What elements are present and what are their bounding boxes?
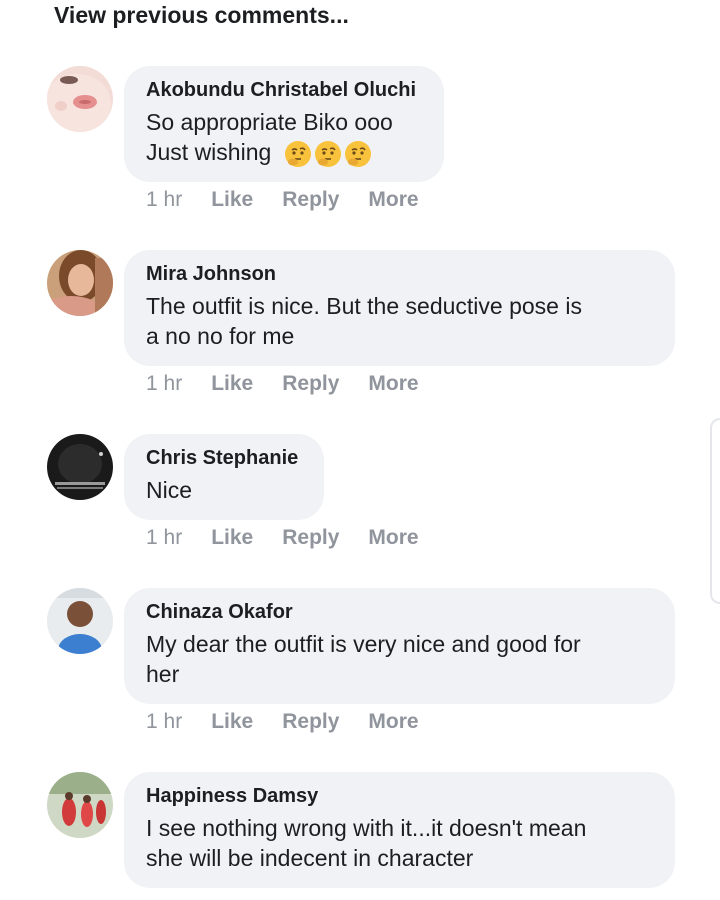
comment-text-line: her <box>146 661 180 687</box>
avatar[interactable] <box>47 250 113 316</box>
comment-bubble: Happiness Damsy I see nothing wrong with… <box>124 772 675 888</box>
comment-timestamp[interactable]: 1 hr <box>146 710 182 734</box>
thinking-face-icon <box>284 140 311 167</box>
comment-text: Nice <box>146 475 302 505</box>
emoji-group <box>284 140 372 168</box>
reply-button[interactable]: Reply <box>282 526 339 550</box>
comment-text-line: My dear the outfit is very nice and good… <box>146 631 581 657</box>
like-button[interactable]: Like <box>211 188 253 212</box>
comment-text-line-wrap: Just wishing <box>146 137 422 168</box>
comment-actions: 1 hr Like Reply More <box>146 372 448 396</box>
comment-author[interactable]: Akobundu Christabel Oluchi <box>146 77 422 103</box>
thinking-face-icon <box>314 140 341 167</box>
comment-text-line: a no no for me <box>146 323 295 349</box>
comment-author[interactable]: Mira Johnson <box>146 261 653 287</box>
comment-bubble: Akobundu Christabel Oluchi So appropriat… <box>124 66 444 182</box>
comment-bubble: Chinaza Okafor My dear the outfit is ver… <box>124 588 675 704</box>
comment-actions: 1 hr Like Reply More <box>146 710 448 734</box>
comment-author[interactable]: Happiness Damsy <box>146 783 653 809</box>
like-button[interactable]: Like <box>211 526 253 550</box>
avatar[interactable] <box>47 772 113 838</box>
comment-text-line: The outfit is nice. But the seductive po… <box>146 293 582 319</box>
view-previous-comments-link[interactable]: View previous comments... <box>54 2 349 29</box>
comment-text: The outfit is nice. But the seductive po… <box>146 291 653 351</box>
comment-actions: 1 hr Like Reply More <box>146 526 448 550</box>
comment-text-line: Nice <box>146 477 193 503</box>
like-button[interactable]: Like <box>211 710 253 734</box>
comment-text: So appropriate Biko ooo Just wishing <box>146 107 422 168</box>
reply-button[interactable]: Reply <box>282 188 339 212</box>
like-button[interactable]: Like <box>211 372 253 396</box>
more-button[interactable]: More <box>368 372 418 396</box>
comment-text-line: she will be indecent in character <box>146 845 474 871</box>
comment-timestamp[interactable]: 1 hr <box>146 188 182 212</box>
comment-bubble: Mira Johnson The outfit is nice. But the… <box>124 250 675 366</box>
thinking-face-icon <box>344 140 371 167</box>
comment-text-line: So appropriate Biko ooo <box>146 109 393 135</box>
avatar[interactable] <box>47 66 113 132</box>
comment-text-line: I see nothing wrong with it...it doesn't… <box>146 815 587 841</box>
reply-button[interactable]: Reply <box>282 710 339 734</box>
more-button[interactable]: More <box>368 188 418 212</box>
comment-text: My dear the outfit is very nice and good… <box>146 629 653 689</box>
comment-timestamp[interactable]: 1 hr <box>146 526 182 550</box>
more-button[interactable]: More <box>368 710 418 734</box>
comment-text: I see nothing wrong with it...it doesn't… <box>146 813 653 873</box>
comment-actions: 1 hr Like Reply More <box>146 188 448 212</box>
avatar[interactable] <box>47 588 113 654</box>
more-button[interactable]: More <box>368 526 418 550</box>
comment-bubble: Chris Stephanie Nice <box>124 434 324 520</box>
comment-timestamp[interactable]: 1 hr <box>146 372 182 396</box>
comment-text-line: Just wishing <box>146 139 272 165</box>
reply-button[interactable]: Reply <box>282 372 339 396</box>
side-scroll-handle[interactable] <box>710 418 720 604</box>
comment-author[interactable]: Chinaza Okafor <box>146 599 653 625</box>
comment-author[interactable]: Chris Stephanie <box>146 445 302 471</box>
avatar[interactable] <box>47 434 113 500</box>
comments-page: View previous comments... Akobundu Chris… <box>0 0 720 900</box>
